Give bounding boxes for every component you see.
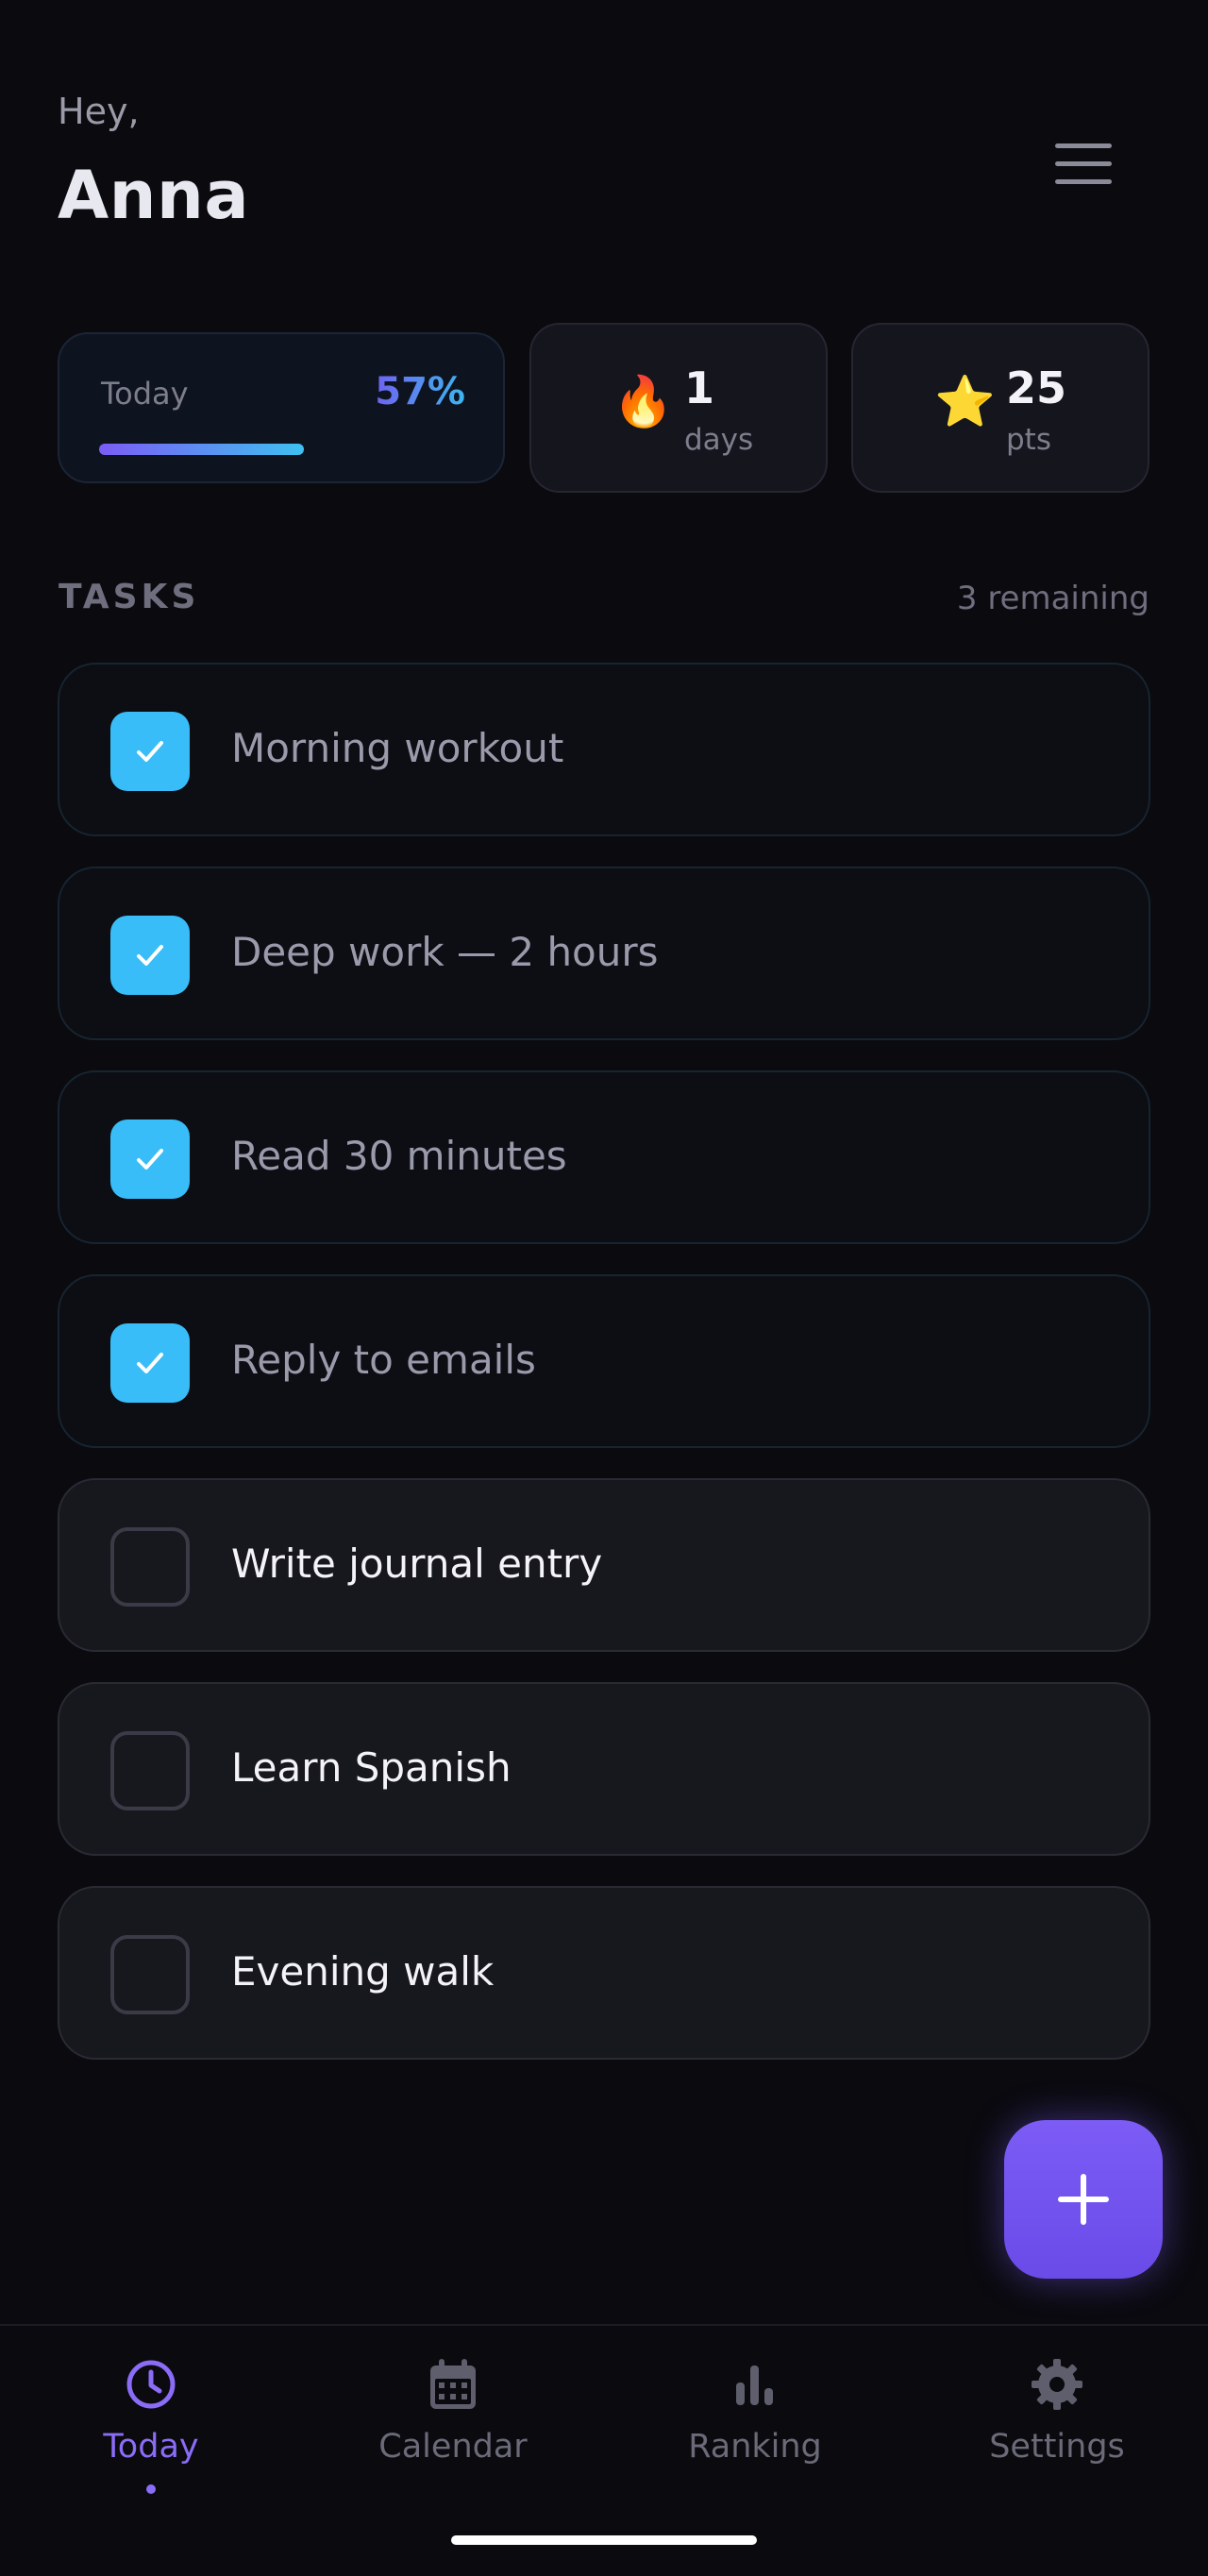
task-item[interactable]: Deep work — 2 hours <box>58 867 1150 1040</box>
home-indicator <box>451 2535 757 2545</box>
checkmark-icon <box>137 945 163 966</box>
task-checkbox[interactable] <box>110 1935 190 2014</box>
nav-calendar-label: Calendar <box>378 2428 528 2466</box>
checkmark-icon <box>137 1149 163 1170</box>
today-progress-percent: 57% <box>375 370 465 413</box>
today-progress-card: Today 57% <box>58 332 505 483</box>
tasks-remaining-count: 3 remaining <box>956 580 1149 617</box>
nav-settings-label: Settings <box>989 2428 1125 2466</box>
task-checkbox[interactable] <box>110 1731 190 1810</box>
greeting-text: Hey, <box>58 91 140 132</box>
nav-ranking[interactable]: Ranking <box>604 2326 906 2515</box>
tasks-heading: TASKS <box>59 578 200 616</box>
nav-today-label: Today <box>103 2428 199 2466</box>
calendar-icon <box>430 2359 476 2409</box>
task-checkbox[interactable] <box>110 916 190 995</box>
task-label: Reply to emails <box>231 1337 536 1383</box>
today-progress-fill <box>99 444 304 455</box>
task-item[interactable]: Read 30 minutes <box>58 1070 1150 1244</box>
task-item[interactable]: Evening walk <box>58 1886 1150 2060</box>
task-label: Read 30 minutes <box>231 1133 567 1179</box>
checkmark-icon <box>137 741 163 762</box>
today-progress-track <box>99 444 458 455</box>
points-value: 25 <box>1006 362 1067 413</box>
task-item[interactable]: Morning workout <box>58 663 1150 836</box>
hamburger-menu-icon[interactable] <box>1046 136 1121 193</box>
add-task-button[interactable] <box>1004 2120 1163 2279</box>
task-label: Learn Spanish <box>231 1744 512 1791</box>
clock-icon <box>126 2360 176 2409</box>
active-indicator-dot <box>146 2484 156 2494</box>
nav-settings[interactable]: Settings <box>906 2326 1208 2515</box>
streak-card: 🔥 1 days <box>529 323 828 493</box>
task-label: Write journal entry <box>231 1541 603 1587</box>
task-checkbox[interactable] <box>110 1120 190 1199</box>
plus-icon <box>1058 2174 1109 2225</box>
today-progress-label: Today <box>101 376 189 412</box>
task-checkbox[interactable] <box>110 1323 190 1403</box>
points-unit: pts <box>1006 423 1051 457</box>
task-item[interactable]: Learn Spanish <box>58 1682 1150 1856</box>
user-name: Anna <box>58 157 250 234</box>
streak-unit: days <box>684 423 754 457</box>
star-icon: ⭐ <box>934 374 996 430</box>
task-checkbox[interactable] <box>110 1527 190 1607</box>
task-label: Evening walk <box>231 1948 495 1995</box>
points-card: ⭐ 25 pts <box>851 323 1149 493</box>
nav-calendar[interactable]: Calendar <box>302 2326 604 2515</box>
bar-chart-icon <box>736 2366 773 2405</box>
nav-today[interactable]: Today <box>0 2326 302 2515</box>
task-item[interactable]: Reply to emails <box>58 1274 1150 1448</box>
checkmark-icon <box>137 1353 163 1373</box>
gear-icon <box>1032 2359 1082 2410</box>
fire-icon: 🔥 <box>612 374 674 430</box>
task-checkbox[interactable] <box>110 712 190 791</box>
task-item[interactable]: Write journal entry <box>58 1478 1150 1652</box>
streak-value: 1 <box>684 362 715 413</box>
task-label: Deep work — 2 hours <box>231 929 659 975</box>
task-label: Morning workout <box>231 725 564 771</box>
nav-ranking-label: Ranking <box>688 2428 822 2466</box>
